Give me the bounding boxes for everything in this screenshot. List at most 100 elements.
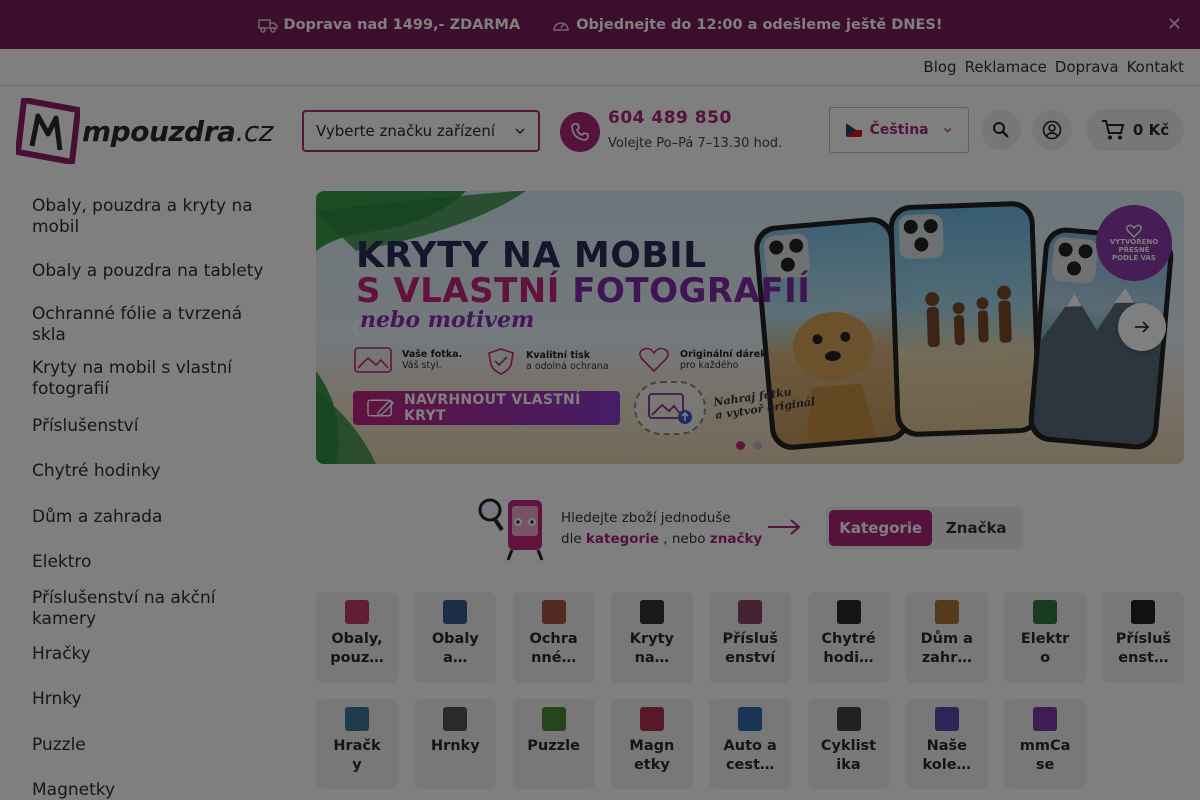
category-tile-magnetky[interactable]: Magn etky <box>610 699 693 789</box>
feature-title: Vaše fotka. <box>402 349 463 360</box>
language-label: Čeština <box>869 122 929 138</box>
category-label-line1: Přísluš <box>1115 631 1172 647</box>
sidebar-item-elektro[interactable]: Elektro <box>32 550 272 574</box>
category-tile-elektro[interactable]: Elektr o <box>1004 592 1087 683</box>
category-tile-dum-zahrada[interactable]: Dům a zahr… <box>905 592 988 683</box>
sidebar-item-akcni-kamery[interactable]: Příslušenství na akční kamery <box>32 588 272 630</box>
sidebar-item-prislusenstvi[interactable]: Příslušenství <box>32 414 272 438</box>
phone-number[interactable]: 604 489 850 <box>608 108 732 128</box>
dispatch-promo: Objednejte do 12:00 a odešleme ještě DNE… <box>552 17 942 33</box>
category-tile-label: Obaly a… <box>414 630 496 668</box>
link-kontakt[interactable]: Kontakt <box>1127 58 1184 76</box>
link-reklamace[interactable]: Reklamace <box>965 58 1047 76</box>
category-tile-label: Obaly, pouz… <box>316 630 398 668</box>
feature-sub: a odolná ochrana <box>526 361 609 372</box>
category-tile-prislusenstvi[interactable]: Přísluš enství <box>709 592 792 683</box>
category-label-line2: etky <box>633 757 670 773</box>
upload-photo-icon[interactable] <box>634 381 706 435</box>
badge-line2: PŘESNĚ <box>1118 246 1150 254</box>
auto-cestovani-icon <box>738 707 763 731</box>
brand-select-label: Vyberte značku zařízení <box>316 122 496 140</box>
sidebar-item-hracky[interactable]: Hračky <box>32 642 272 666</box>
feature-print: Kvalitní tisk a odolná ochrana <box>486 347 609 375</box>
account-button[interactable] <box>1032 110 1072 150</box>
category-tile-nase-kolekce[interactable]: Naše kole… <box>905 699 988 789</box>
sidebar-item-dum-zahrada[interactable]: Dům a zahrada <box>32 505 272 529</box>
logo-tld: .cz <box>235 114 273 148</box>
sidebar-item-obaly-mobil[interactable]: Obaly, pouzdra a kryty na mobil <box>32 196 272 238</box>
slide-dot[interactable] <box>753 441 762 450</box>
category-tile-label: Chytré hodi… <box>808 630 890 668</box>
category-label-line1: Naše <box>926 738 967 754</box>
close-icon[interactable]: ✕ <box>1167 14 1182 35</box>
nase-kolekce-icon <box>934 707 959 731</box>
sidebar-item-folie[interactable]: Ochranné fólie a tvrzená skla <box>32 304 272 346</box>
category-label-line2: a… <box>443 650 468 666</box>
category-tile-hracky[interactable]: Hračk y <box>316 699 398 789</box>
phone-icon[interactable] <box>560 112 600 152</box>
hero-banner[interactable]: VYTVOŘENO PŘESNĚ PODLE VÁS KRYTY NA MOBI… <box>316 191 1184 464</box>
shipping-text: Doprava nad 1499,- ZDARMA <box>283 16 521 33</box>
category-tile-cyklistika[interactable]: Cyklist ika <box>807 699 890 789</box>
ochranne-folie-icon <box>541 600 566 624</box>
helper-link-znacky[interactable]: značky <box>710 531 762 547</box>
category-tile-auto-cestovani[interactable]: Auto a cest… <box>709 699 792 789</box>
category-tile-label: mmCa se <box>1004 737 1086 775</box>
category-tile-ochranne-folie[interactable]: Ochra nné… <box>512 592 595 683</box>
toggle-znacka[interactable]: Značka <box>932 510 1020 546</box>
link-blog[interactable]: Blog <box>923 58 956 76</box>
category-label-line1: Elektr <box>1020 631 1070 647</box>
category-tile-hrnky[interactable]: Hrnky <box>414 699 497 789</box>
language-select[interactable]: Čeština <box>829 107 969 153</box>
category-tile-chytre-hodinky[interactable]: Chytré hodi… <box>807 592 890 683</box>
logo-text: mpouzdra.cz <box>82 115 273 148</box>
helper-line1: Hledejte zboží jednoduše <box>561 510 731 526</box>
heart-icon <box>1126 224 1142 238</box>
feature-gift: Originální dárek pro každého <box>638 347 767 373</box>
mascot-magnifier-icon <box>478 498 544 561</box>
elektro-icon <box>1033 600 1058 624</box>
prislusenstvi-icon <box>738 600 763 624</box>
helper-link-kategorie[interactable]: kategorie <box>586 531 659 547</box>
category-tile-label: Elektr o <box>1004 630 1086 668</box>
next-slide-button[interactable] <box>1118 303 1166 351</box>
arrow-right-icon <box>768 519 801 535</box>
sidebar-item-vlastni-foto[interactable]: Kryty na mobil s vlastní fotografií <box>32 358 272 400</box>
category-label-line2: na… <box>634 650 670 666</box>
category-label-line1: Puzzle <box>527 738 580 754</box>
user-icon <box>1042 120 1062 140</box>
sidebar-item-hrnky[interactable]: Hrnky <box>32 687 272 711</box>
banner-subtitle-b: FOTOGRAFIÍ <box>572 271 811 311</box>
phone-hours: Volejte Po–Pá 7–13.30 hod. <box>608 136 783 151</box>
category-tile-akcni-kamery[interactable]: Přísluš enst… <box>1102 592 1185 683</box>
sidebar-item-obaly-tablety[interactable]: Obaly a pouzdra na tablety <box>32 250 272 292</box>
design-case-button[interactable]: NAVRHNOUT VLASTNÍ KRYT <box>353 391 620 425</box>
brand-select[interactable]: Vyberte značku zařízení <box>302 110 540 152</box>
cart-button[interactable]: 0 Kč <box>1086 109 1184 151</box>
category-label-line1: Dům a <box>920 631 973 647</box>
cart-icon <box>1101 120 1125 140</box>
search-button[interactable] <box>981 110 1021 150</box>
category-label-line1: Obaly, <box>331 631 383 647</box>
search-icon <box>993 122 1009 138</box>
sidebar-item-magnetky[interactable]: Magnetky <box>32 778 272 800</box>
category-tile-puzzle[interactable]: Puzzle <box>512 699 595 789</box>
sidebar-item-puzzle[interactable]: Puzzle <box>32 733 272 757</box>
camera-module <box>898 213 944 260</box>
category-tile-mmcase[interactable]: mmCa se <box>1004 699 1087 789</box>
category-label-line2: kole… <box>922 757 972 773</box>
logo[interactable]: mpouzdra.cz <box>16 98 273 164</box>
prev-slide-icon[interactable]: ❮ <box>350 317 363 336</box>
category-tile-obaly-tablety[interactable]: Obaly a… <box>414 592 497 683</box>
category-tile-obaly-mobil[interactable]: Obaly, pouz… <box>316 592 398 683</box>
category-tile-kryty-foto[interactable]: Kryty na… <box>610 592 693 683</box>
category-label-line1: mmCa <box>1019 738 1071 754</box>
image-icon <box>354 347 392 373</box>
toggle-kategorie[interactable]: Kategorie <box>829 510 933 546</box>
akcni-kamery-icon <box>1131 600 1156 624</box>
category-label-line1: Hračk <box>333 738 381 754</box>
link-doprava[interactable]: Doprava <box>1055 58 1119 76</box>
banner-subtitle: S VLASTNÍ FOTOGRAFIÍ <box>356 271 810 311</box>
sidebar-item-hodinky[interactable]: Chytré hodinky <box>32 459 272 483</box>
slide-dot-active[interactable] <box>736 441 745 450</box>
